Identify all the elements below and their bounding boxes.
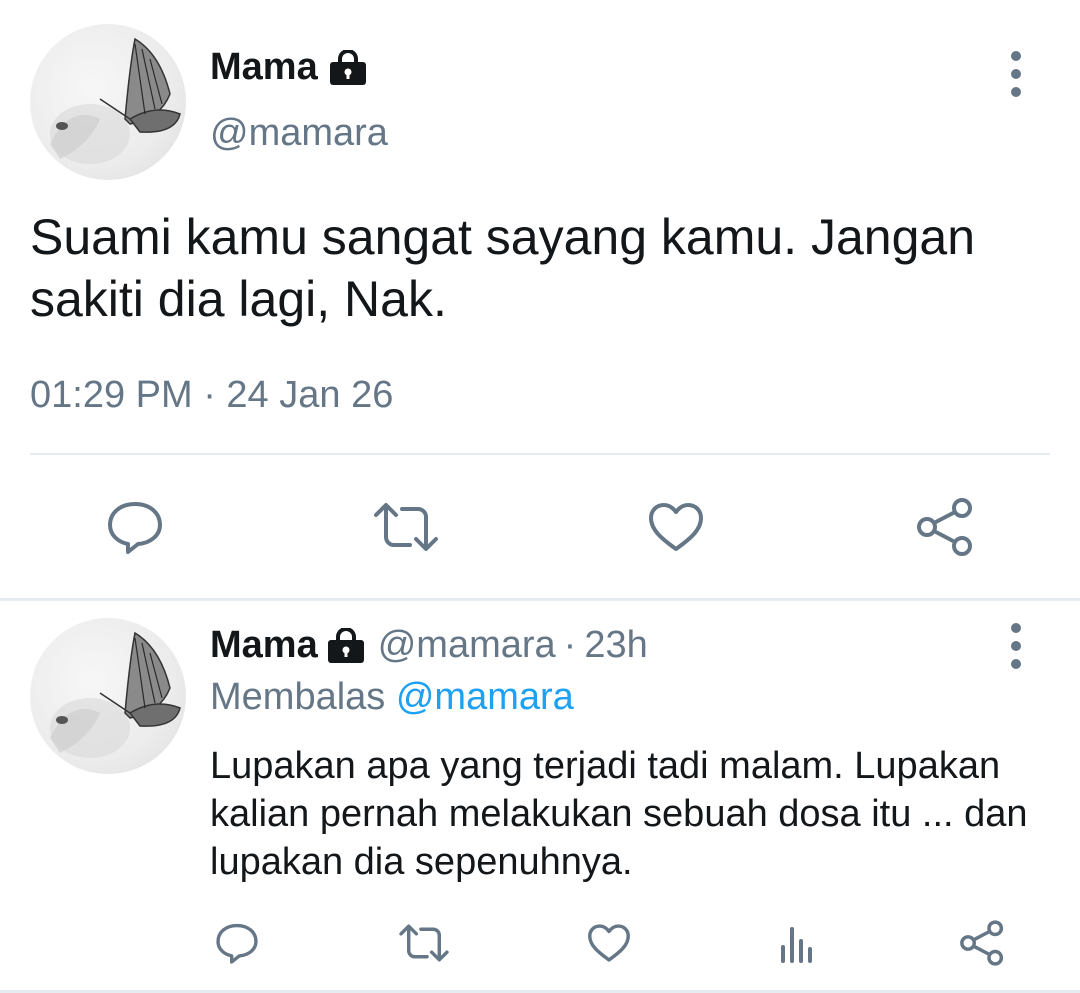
divider: [30, 453, 1050, 455]
user-handle[interactable]: @mamara: [210, 112, 388, 155]
avatar[interactable]: [30, 618, 186, 774]
more-options-icon[interactable]: [996, 44, 1036, 104]
like-button[interactable]: [582, 916, 636, 970]
reply-icon: [108, 502, 162, 554]
tweet-time[interactable]: 23h: [584, 624, 647, 667]
user-name[interactable]: Mama: [210, 46, 368, 89]
avatar[interactable]: [30, 24, 186, 180]
more-options-icon[interactable]: [996, 616, 1036, 676]
reply-button[interactable]: [100, 497, 170, 557]
retweet-button[interactable]: [394, 916, 454, 970]
tweet-timestamp[interactable]: 01:29 PM · 24 Jan 26: [30, 374, 393, 417]
analytics-icon: [781, 927, 812, 963]
separator-dot: ·: [563, 624, 577, 666]
user-name-text[interactable]: Mama: [210, 624, 318, 667]
lock-icon: [329, 49, 366, 85]
like-icon: [649, 503, 703, 551]
like-button[interactable]: [644, 497, 708, 557]
replying-to: Membalas @mamara: [210, 676, 574, 719]
share-button[interactable]: [954, 914, 1010, 972]
share-button[interactable]: [910, 495, 980, 559]
reply-text: Lupakan apa yang terjadi tadi malam. Lup…: [210, 745, 1028, 883]
replying-label: Membalas: [210, 676, 386, 718]
user-name-text[interactable]: Mama: [210, 46, 318, 89]
reply-icon: [216, 923, 258, 964]
reply-header: Mama @mamara · 23h: [210, 624, 648, 667]
mention-link[interactable]: @mamara: [396, 676, 574, 718]
butterfly-avatar-image: [50, 631, 181, 758]
retweet-button[interactable]: [368, 497, 444, 557]
user-handle[interactable]: @mamara: [378, 624, 556, 667]
retweet-icon: [374, 503, 438, 551]
like-icon: [588, 924, 630, 962]
share-icon: [960, 920, 1004, 966]
section-divider: [0, 598, 1080, 601]
retweet-icon: [399, 924, 449, 962]
tweet-text: Suami kamu sangat sayang kamu. Jangan sa…: [30, 209, 975, 327]
analytics-button[interactable]: [770, 916, 824, 970]
butterfly-avatar-image: [50, 37, 181, 164]
lock-icon: [327, 627, 364, 663]
share-icon: [917, 498, 972, 556]
reply-button[interactable]: [210, 916, 264, 970]
